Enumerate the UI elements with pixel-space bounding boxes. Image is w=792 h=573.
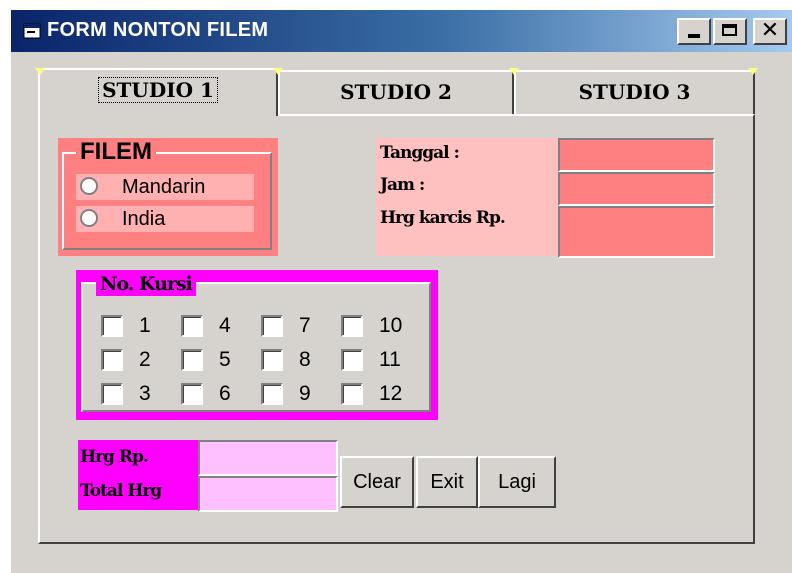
- seat-label: 4: [219, 314, 231, 337]
- window-title: FORM NONTON FILEM: [47, 19, 269, 41]
- radio-label: Mandarin: [122, 176, 206, 198]
- seat-label: 11: [379, 348, 401, 371]
- harga-label-panel: Hrg Rp. Total Hrg: [78, 440, 198, 510]
- checkbox[interactable]: [261, 315, 283, 337]
- tab-marker: [35, 68, 45, 75]
- checkbox[interactable]: [181, 383, 203, 405]
- total-hrg-label: Total Hrg: [80, 481, 162, 501]
- seat-label: 5: [219, 348, 231, 371]
- tanggal-label: Tanggal :: [380, 143, 460, 163]
- seat-checkbox-1[interactable]: 1: [101, 310, 181, 340]
- checkbox[interactable]: [101, 383, 123, 405]
- hrg-field[interactable]: [198, 440, 338, 476]
- seat-checkbox-6[interactable]: 6: [181, 378, 261, 408]
- seat-label: 3: [139, 382, 151, 405]
- app-icon: [23, 23, 41, 39]
- seat-checkbox-3[interactable]: 3: [101, 378, 181, 408]
- seat-label: 1: [139, 314, 151, 337]
- seat-checkbox-7[interactable]: 7: [261, 310, 341, 340]
- radio-option-mandarin[interactable]: Mandarin: [76, 174, 254, 200]
- tab-studio-2-label: STUDIO 2: [340, 80, 452, 104]
- checkbox[interactable]: [181, 349, 203, 371]
- tab-studio-3-label: STUDIO 3: [578, 80, 691, 104]
- seat-label: 2: [139, 348, 151, 371]
- minimize-button[interactable]: [677, 18, 711, 45]
- tab-studio-1-label: STUDIO 1: [98, 77, 218, 103]
- checkbox[interactable]: [181, 315, 203, 337]
- seat-label: 10: [379, 314, 403, 337]
- jam-field[interactable]: [558, 172, 715, 206]
- seat-label: 9: [299, 382, 311, 405]
- harga-karcis-field[interactable]: [558, 206, 715, 258]
- checkbox[interactable]: [341, 349, 363, 371]
- seat-label: 12: [379, 382, 403, 405]
- radio-option-india[interactable]: India: [76, 206, 254, 232]
- kursi-frame: 1 2 3 4 5 6 7 8 9 10 11 12: [81, 282, 431, 412]
- tab-marker: [509, 68, 519, 75]
- exit-button[interactable]: Exit: [416, 456, 478, 508]
- seat-checkbox-4[interactable]: 4: [181, 310, 261, 340]
- tab-studio-3[interactable]: STUDIO 3: [514, 70, 755, 114]
- info-label-panel: Tanggal : Jam : Hrg karcis Rp.: [376, 138, 558, 256]
- jam-label: Jam :: [380, 175, 425, 195]
- total-hrg-field[interactable]: [198, 476, 338, 512]
- tab-marker: [748, 68, 758, 75]
- radio-button[interactable]: [80, 177, 98, 195]
- close-button[interactable]: ✕: [753, 18, 787, 45]
- seat-checkbox-10[interactable]: 10: [341, 310, 421, 340]
- radio-button[interactable]: [80, 209, 98, 227]
- seat-checkbox-11[interactable]: 11: [341, 344, 421, 374]
- seat-checkbox-8[interactable]: 8: [261, 344, 341, 374]
- seat-checkbox-12[interactable]: 12: [341, 378, 421, 408]
- harga-karcis-label: Hrg karcis Rp.: [380, 208, 506, 228]
- hrg-label: Hrg Rp.: [80, 447, 149, 467]
- tab-studio-2[interactable]: STUDIO 2: [278, 70, 514, 114]
- checkbox[interactable]: [101, 349, 123, 371]
- seat-checkbox-2[interactable]: 2: [101, 344, 181, 374]
- seat-label: 6: [219, 382, 231, 405]
- kursi-group: 1 2 3 4 5 6 7 8 9 10 11 12 No. Kursi: [76, 270, 438, 420]
- seat-checkbox-9[interactable]: 9: [261, 378, 341, 408]
- checkbox[interactable]: [261, 349, 283, 371]
- tab-marker: [273, 68, 283, 75]
- clear-button[interactable]: Clear: [340, 456, 414, 508]
- checkbox[interactable]: [341, 315, 363, 337]
- seat-label: 8: [299, 348, 311, 371]
- seat-label: 7: [299, 314, 311, 337]
- tanggal-field[interactable]: [558, 138, 715, 172]
- checkbox[interactable]: [101, 315, 123, 337]
- kursi-group-title: No. Kursi: [96, 272, 196, 296]
- filem-group: FILEM Mandarin India: [58, 138, 278, 256]
- checkbox[interactable]: [341, 383, 363, 405]
- seat-checkbox-5[interactable]: 5: [181, 344, 261, 374]
- lagi-button[interactable]: Lagi: [478, 456, 556, 508]
- tab-studio-1[interactable]: STUDIO 1: [38, 68, 278, 116]
- title-bar[interactable]: FORM NONTON FILEM ✕: [11, 10, 792, 52]
- close-icon: ✕: [760, 18, 780, 43]
- filem-group-title: FILEM: [76, 138, 156, 166]
- radio-label: India: [122, 208, 166, 230]
- checkbox[interactable]: [261, 383, 283, 405]
- maximize-button[interactable]: [713, 18, 747, 45]
- filem-frame: [62, 152, 272, 250]
